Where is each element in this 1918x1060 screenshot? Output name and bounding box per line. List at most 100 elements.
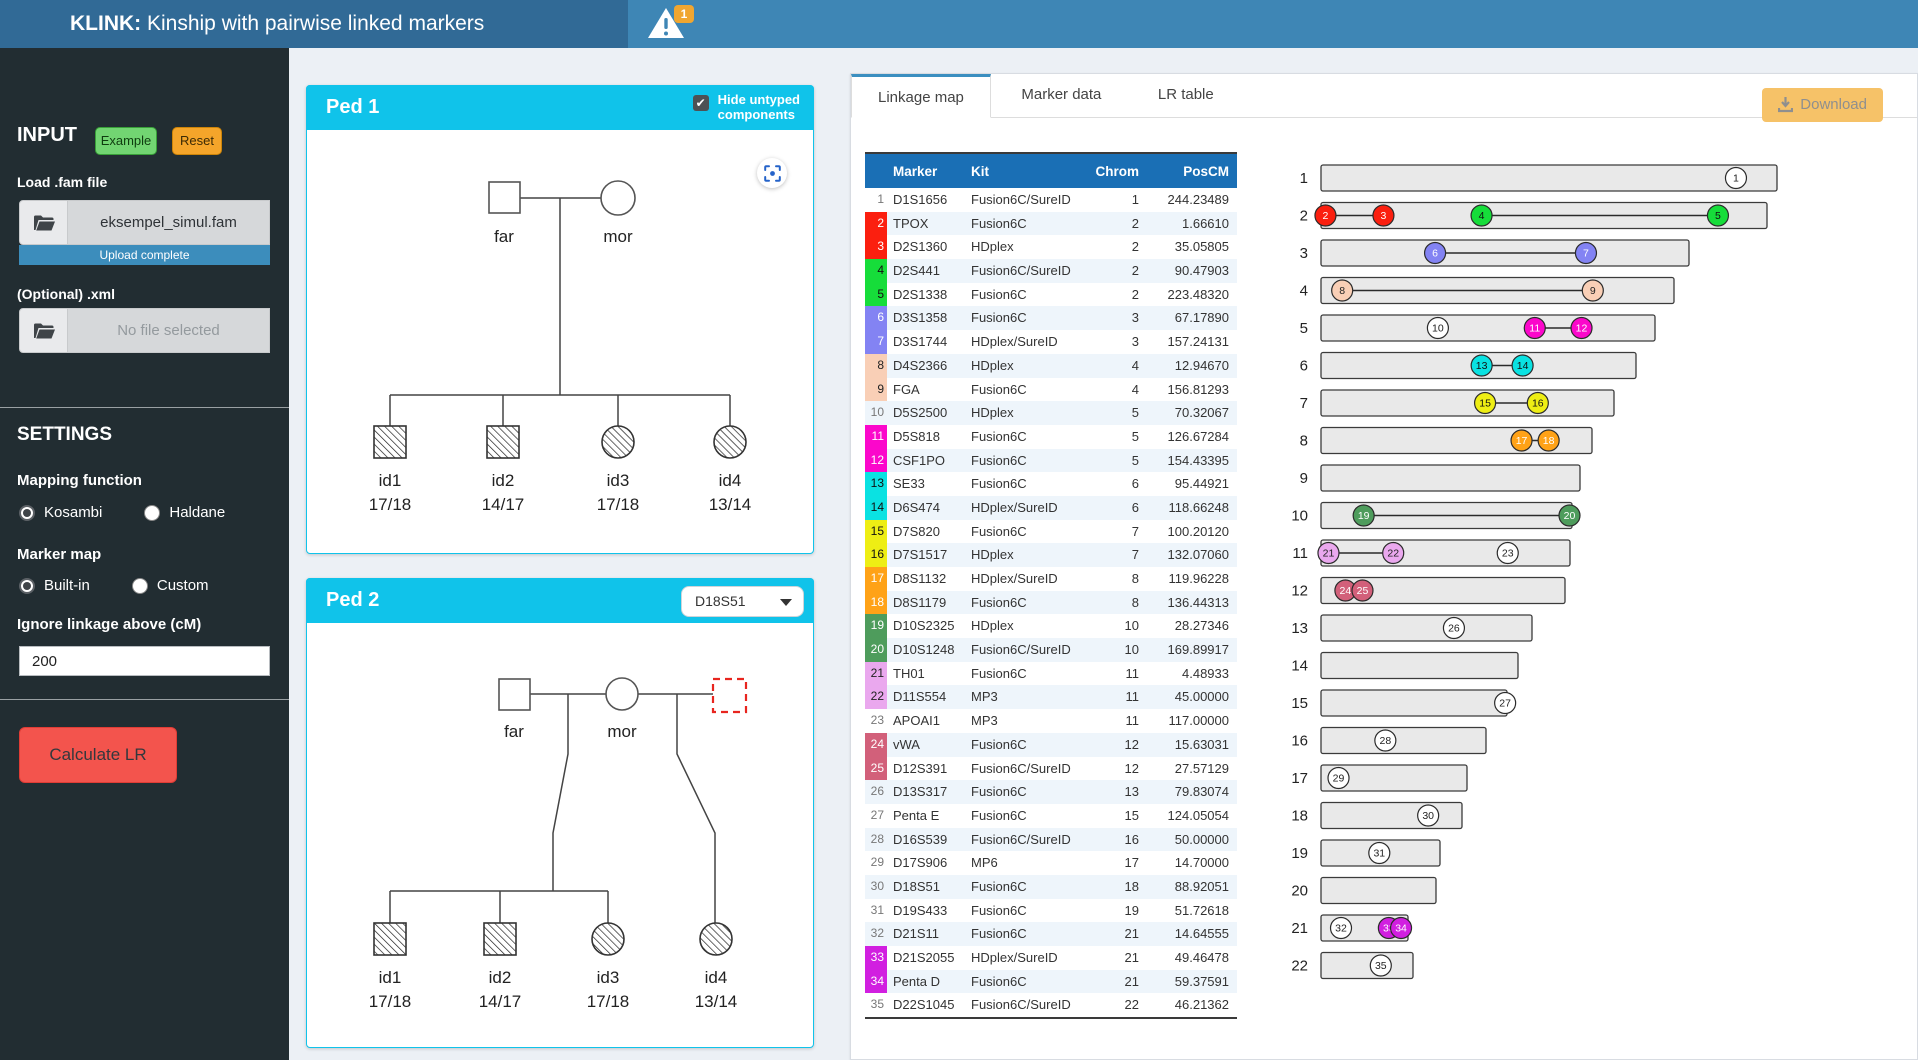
fam-browse-button[interactable] xyxy=(19,200,68,245)
marker-row[interactable]: 18D8S1179Fusion6C8136.44313 xyxy=(865,591,1237,615)
warning-indicator[interactable]: 1 xyxy=(646,5,702,45)
marker-chrom: 4 xyxy=(1089,354,1139,378)
marker-row[interactable]: 26D13S317Fusion6C1379.83074 xyxy=(865,780,1237,804)
marker-row-index: 2 xyxy=(865,212,887,236)
marker-row[interactable]: 34Penta DFusion6C2159.37591 xyxy=(865,970,1237,994)
ped1-child1-symbol[interactable] xyxy=(374,426,406,458)
marker-row[interactable]: 2TPOXFusion6C21.66610 xyxy=(865,212,1237,236)
marker-row[interactable]: 19D10S2325HDplex1028.27346 xyxy=(865,614,1237,638)
calculate-lr-button[interactable]: Calculate LR xyxy=(19,727,177,783)
tab-marker-data[interactable]: Marker data xyxy=(995,74,1127,118)
marker-circle-number: 7 xyxy=(1583,248,1589,260)
chromosome-label: 6 xyxy=(1300,358,1308,375)
input-section-title: INPUT xyxy=(17,124,77,147)
radio-custom[interactable] xyxy=(132,578,148,594)
marker-row-index: 19 xyxy=(865,614,887,638)
ped2-unknown-father-symbol[interactable] xyxy=(713,679,746,712)
marker-row[interactable]: 21TH01Fusion6C114.48933 xyxy=(865,662,1237,686)
marker-poscm: 67.17890 xyxy=(1139,306,1231,330)
radio-custom-label[interactable]: Custom xyxy=(157,577,209,594)
marker-row[interactable]: 32D21S11Fusion6C2114.64555 xyxy=(865,922,1237,946)
example-button[interactable]: Example xyxy=(95,127,157,155)
radio-kosambi[interactable] xyxy=(19,505,35,521)
ped1-child4-symbol[interactable] xyxy=(714,426,746,458)
reset-button[interactable]: Reset xyxy=(172,127,222,155)
marker-row[interactable]: 6D3S1358Fusion6C367.17890 xyxy=(865,306,1237,330)
marker-circle-number: 20 xyxy=(1564,510,1576,522)
tab-bar: Linkage map Marker data LR table Downloa… xyxy=(851,74,1917,118)
marker-row[interactable]: 10D5S2500HDplex570.32067 xyxy=(865,401,1237,425)
marker-row[interactable]: 28D16S539Fusion6C/SureID1650.00000 xyxy=(865,828,1237,852)
ped2-child2-symbol[interactable] xyxy=(484,923,516,955)
ped2-child1-symbol[interactable] xyxy=(374,923,406,955)
marker-row[interactable]: 8D4S2366HDplex412.94670 xyxy=(865,354,1237,378)
radio-builtin[interactable] xyxy=(19,578,35,594)
marker-row[interactable]: 11D5S818Fusion6C5126.67284 xyxy=(865,425,1237,449)
download-button[interactable]: Download xyxy=(1762,88,1883,122)
marker-row-index: 15 xyxy=(865,520,887,544)
fam-file-input[interactable]: eksempel_simul.fam xyxy=(19,200,270,245)
marker-row[interactable]: 16D7S1517HDplex7132.07060 xyxy=(865,543,1237,567)
radio-haldane-label[interactable]: Haldane xyxy=(169,504,225,521)
marker-row[interactable]: 17D8S1132HDplex/SureID8119.96228 xyxy=(865,567,1237,591)
marker-row[interactable]: 31D19S433Fusion6C1951.72618 xyxy=(865,899,1237,923)
ped1-father-symbol[interactable] xyxy=(489,182,520,213)
ped2-child3-symbol[interactable] xyxy=(592,923,624,955)
marker-row[interactable]: 4D2S441Fusion6C/SureID290.47903 xyxy=(865,259,1237,283)
marker-row[interactable]: 9FGAFusion6C4156.81293 xyxy=(865,378,1237,402)
marker-chrom: 11 xyxy=(1089,685,1139,709)
marker-circle-number: 26 xyxy=(1448,623,1460,635)
ped1-child1-id: id1 xyxy=(379,471,402,490)
marker-chrom: 2 xyxy=(1089,212,1139,236)
marker-row-index: 29 xyxy=(865,851,887,875)
ped1-mother-symbol[interactable] xyxy=(601,181,635,215)
xml-file-input[interactable]: No file selected xyxy=(19,308,270,353)
marker-row[interactable]: 3D2S1360HDplex235.05805 xyxy=(865,235,1237,259)
marker-name: D2S441 xyxy=(887,259,971,283)
ped2-mother-symbol[interactable] xyxy=(606,678,638,710)
ped1-child2-symbol[interactable] xyxy=(487,426,519,458)
radio-builtin-label[interactable]: Built-in xyxy=(44,577,90,594)
marker-dropdown[interactable]: D18S51 xyxy=(681,586,804,617)
marker-table-bottom-border xyxy=(865,1017,1237,1019)
hide-untyped-checkbox-group[interactable]: ✔ Hide untyped components xyxy=(693,92,800,122)
marker-row[interactable]: 14D6S474HDplex/SureID6118.66248 xyxy=(865,496,1237,520)
marker-circle-number: 12 xyxy=(1576,323,1588,335)
marker-row[interactable]: 27Penta EFusion6C15124.05054 xyxy=(865,804,1237,828)
marker-row[interactable]: 24vWAFusion6C1215.63031 xyxy=(865,733,1237,757)
marker-circle-number: 11 xyxy=(1529,323,1540,335)
marker-row[interactable]: 35D22S1045Fusion6C/SureID2246.21362 xyxy=(865,993,1237,1017)
marker-kit: Fusion6C xyxy=(971,449,1089,473)
ped2-child4-symbol[interactable] xyxy=(700,923,732,955)
tab-linkage-map[interactable]: Linkage map xyxy=(851,74,991,118)
ignore-linkage-input[interactable] xyxy=(19,646,270,676)
marker-row[interactable]: 7D3S1744HDplex/SureID3157.24131 xyxy=(865,330,1237,354)
marker-poscm: 136.44313 xyxy=(1139,591,1231,615)
marker-chrom: 7 xyxy=(1089,520,1139,544)
marker-row[interactable]: 1D1S1656Fusion6C/SureID1244.23489 xyxy=(865,188,1237,212)
marker-row[interactable]: 20D10S1248Fusion6C/SureID10169.89917 xyxy=(865,638,1237,662)
ped2-title: Ped 2 xyxy=(326,578,379,623)
marker-row[interactable]: 25D12S391Fusion6C/SureID1227.57129 xyxy=(865,757,1237,781)
marker-row[interactable]: 5D2S1338Fusion6C2223.48320 xyxy=(865,283,1237,307)
marker-row[interactable]: 33D21S2055HDplex/SureID2149.46478 xyxy=(865,946,1237,970)
marker-row[interactable]: 29D17S906MP61714.70000 xyxy=(865,851,1237,875)
tab-lr-table[interactable]: LR table xyxy=(1132,74,1240,118)
chromosome-label: 9 xyxy=(1300,470,1308,487)
sidebar-divider xyxy=(0,407,289,408)
ped1-child3-symbol[interactable] xyxy=(602,426,634,458)
download-icon xyxy=(1778,97,1793,113)
marker-row[interactable]: 23APOAI1MP311117.00000 xyxy=(865,709,1237,733)
marker-row[interactable]: 22D11S554MP31145.00000 xyxy=(865,685,1237,709)
xml-browse-button[interactable] xyxy=(19,308,68,353)
ped2-father-symbol[interactable] xyxy=(499,679,530,710)
marker-row[interactable]: 13SE33Fusion6C695.44921 xyxy=(865,472,1237,496)
marker-poscm: 4.48933 xyxy=(1139,662,1231,686)
marker-poscm: 118.66248 xyxy=(1139,496,1231,520)
radio-haldane[interactable] xyxy=(144,505,160,521)
hide-untyped-checkbox[interactable]: ✔ xyxy=(693,95,709,111)
radio-kosambi-label[interactable]: Kosambi xyxy=(44,504,102,521)
marker-row[interactable]: 30D18S51Fusion6C1888.92051 xyxy=(865,875,1237,899)
marker-row[interactable]: 15D7S820Fusion6C7100.20120 xyxy=(865,520,1237,544)
marker-row[interactable]: 12CSF1POFusion6C5154.43395 xyxy=(865,449,1237,473)
